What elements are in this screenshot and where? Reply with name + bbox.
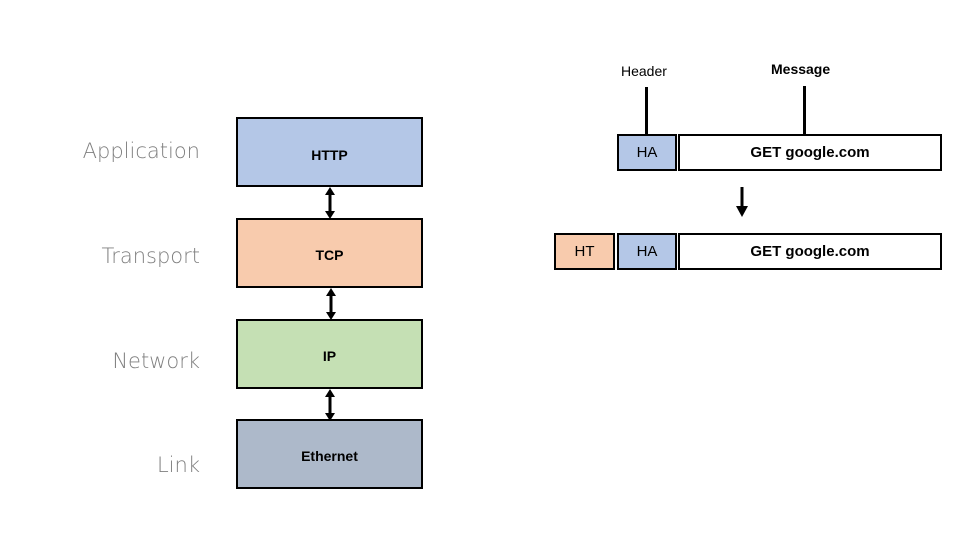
packet-transport-header-after: HT xyxy=(554,233,615,270)
protocol-label-http: HTTP xyxy=(311,147,348,163)
protocol-box-ip: IP xyxy=(236,319,423,389)
layer-label-application: Application xyxy=(82,139,200,163)
protocol-label-tcp: TCP xyxy=(315,247,344,263)
protocol-box-http: HTTP xyxy=(236,117,423,187)
header-callout-label: Header xyxy=(621,63,667,79)
packet-message-after: GET google.com xyxy=(678,233,942,270)
double-arrow-icon xyxy=(325,389,335,421)
packet-app-header-before: HA xyxy=(617,134,677,171)
layer-label-transport: Transport xyxy=(101,244,200,268)
message-callout-label: Message xyxy=(771,61,831,77)
header-callout-line xyxy=(645,87,648,134)
protocol-label-ip: IP xyxy=(322,348,337,364)
message-callout-line xyxy=(803,86,806,134)
layer-label-link: Link xyxy=(156,453,200,477)
protocol-label-ethernet: Ethernet xyxy=(301,448,358,464)
protocol-box-tcp: TCP xyxy=(236,218,423,288)
packet-app-header-after: HA xyxy=(617,233,677,270)
layer-label-network: Network xyxy=(112,349,200,373)
down-arrow-icon xyxy=(736,187,748,217)
packet-message-before: GET google.com xyxy=(678,134,942,171)
double-arrow-icon xyxy=(325,187,335,219)
protocol-box-ethernet: Ethernet xyxy=(236,419,423,489)
double-arrow-icon xyxy=(326,288,336,320)
